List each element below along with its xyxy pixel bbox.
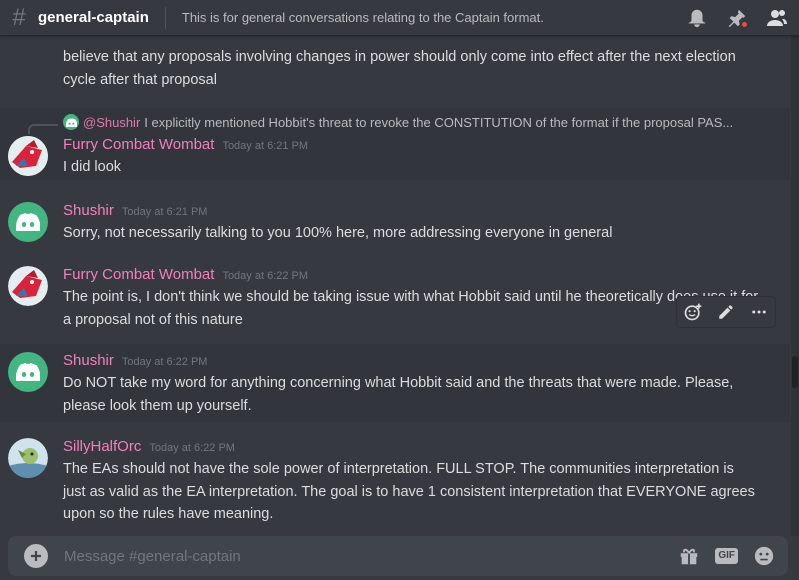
- message-item[interactable]: SillyHalfOrc Today at 6:22 PM The EAs sh…: [0, 430, 790, 530]
- avatar[interactable]: [8, 352, 48, 392]
- message-text: The EAs should not have the sole power o…: [63, 461, 755, 522]
- message-header: Shushir Today at 6:22 PM: [63, 352, 207, 369]
- channel-header: # general-captain This is for general co…: [0, 0, 799, 36]
- username[interactable]: SillyHalfOrc: [63, 438, 141, 455]
- avatar[interactable]: [8, 136, 48, 176]
- orc-avatar-icon: [8, 438, 48, 478]
- discord-logo-icon: [63, 114, 79, 130]
- timestamp[interactable]: Today at 6:21 PM: [122, 206, 208, 218]
- message-text: The point is, I don't think we should be…: [63, 289, 759, 328]
- message-text: I did look: [63, 159, 122, 175]
- avatar[interactable]: [8, 202, 48, 242]
- header-toolbar: [685, 6, 789, 30]
- reply-connector: [28, 124, 58, 134]
- message-text: Sorry, not necessarily talking to you 10…: [63, 225, 613, 241]
- message-header: Furry Combat Wombat Today at 6:21 PM: [63, 136, 308, 153]
- timestamp[interactable]: Today at 6:21 PM: [222, 140, 308, 152]
- unread-dot: [740, 20, 749, 29]
- hash-icon: #: [12, 3, 26, 31]
- message-reply-item[interactable]: @Shushir I explicitly mentioned Hobbit's…: [0, 108, 790, 180]
- timestamp[interactable]: Today at 6:22 PM: [122, 356, 208, 368]
- reply-text: I explicitly mentioned Hobbit's threat t…: [144, 114, 734, 130]
- discord-logo-icon: [16, 213, 40, 231]
- timestamp[interactable]: Today at 6:22 PM: [149, 442, 235, 454]
- add-attachment-icon[interactable]: [24, 544, 48, 568]
- timestamp[interactable]: Today at 6:22 PM: [222, 270, 308, 282]
- edit-pencil-icon[interactable]: [714, 300, 738, 324]
- add-reaction-icon[interactable]: [681, 300, 705, 324]
- pin-icon[interactable]: [725, 6, 749, 30]
- message-text: Do NOT take my word for anything concern…: [63, 375, 734, 414]
- emoji-icon[interactable]: [752, 544, 776, 568]
- message-continued-text: believe that any proposals involving cha…: [63, 49, 736, 88]
- discord-logo-icon: [16, 363, 40, 381]
- wombat-avatar-icon: [8, 136, 48, 176]
- channel-name: general-captain: [38, 9, 149, 26]
- header-divider: [164, 6, 166, 29]
- message-action-toolbar: [676, 296, 776, 328]
- gif-button[interactable]: GIF: [715, 548, 738, 564]
- message-list[interactable]: believe that any proposals involving cha…: [0, 36, 790, 536]
- gift-icon[interactable]: [677, 544, 701, 568]
- message-item[interactable]: Shushir Today at 6:22 PM Do NOT take my …: [0, 344, 790, 422]
- username[interactable]: Furry Combat Wombat: [63, 266, 214, 283]
- username[interactable]: Furry Combat Wombat: [63, 136, 214, 153]
- message-header: Furry Combat Wombat Today at 6:22 PM: [63, 266, 308, 283]
- avatar[interactable]: [8, 438, 48, 478]
- scrollbar-track[interactable]: [791, 36, 799, 536]
- username[interactable]: Shushir: [63, 352, 114, 369]
- message-header: SillyHalfOrc Today at 6:22 PM: [63, 438, 235, 455]
- members-icon[interactable]: [765, 6, 789, 30]
- composer-buttons: GIF: [677, 544, 776, 568]
- avatar[interactable]: [8, 266, 48, 306]
- bell-icon[interactable]: [685, 6, 709, 30]
- message-item[interactable]: Shushir Today at 6:21 PM Sorry, not nece…: [0, 196, 790, 256]
- channel-topic[interactable]: This is for general conversations relati…: [182, 10, 544, 25]
- message-composer: GIF: [8, 536, 788, 576]
- scrollbar-thumb[interactable]: [792, 356, 798, 388]
- reply-mention[interactable]: @Shushir: [83, 115, 140, 130]
- username[interactable]: Shushir: [63, 202, 114, 219]
- reply-preview[interactable]: @Shushir I explicitly mentioned Hobbit's…: [63, 114, 763, 130]
- message-input[interactable]: [64, 547, 644, 565]
- more-options-icon[interactable]: [747, 300, 771, 324]
- message-header: Shushir Today at 6:21 PM: [63, 202, 207, 219]
- message-item[interactable]: Furry Combat Wombat Today at 6:22 PM The…: [0, 260, 790, 334]
- wombat-avatar-icon: [8, 266, 48, 306]
